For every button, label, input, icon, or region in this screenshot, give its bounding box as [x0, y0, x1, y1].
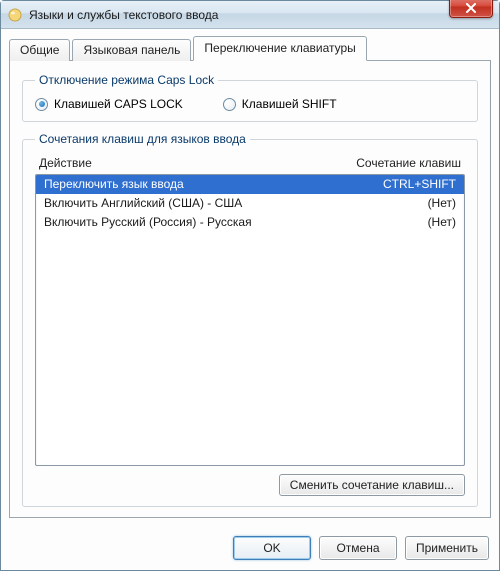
change-hotkey-button[interactable]: Сменить сочетание клавиш...: [279, 474, 465, 496]
window-title: Языки и службы текстового ввода: [29, 8, 495, 22]
list-cell-combo: (Нет): [428, 195, 456, 212]
capslock-groupbox: Отключение режима Caps Lock Клавишей CAP…: [22, 73, 478, 122]
tab-language-bar[interactable]: Языковая панель: [72, 39, 191, 61]
titlebar[interactable]: Языки и службы текстового ввода: [1, 1, 499, 29]
radio-capslock-label: Клавишей CAPS LOCK: [54, 97, 183, 111]
close-button[interactable]: [449, 0, 493, 18]
tab-keyboard-switch[interactable]: Переключение клавиатуры: [193, 36, 366, 61]
list-cell-action: Включить Английский (США) - США: [44, 195, 242, 212]
tab-panel-keyboard-switch: Отключение режима Caps Lock Клавишей CAP…: [9, 60, 491, 518]
ok-button[interactable]: OK: [233, 536, 311, 560]
radio-icon: [223, 98, 236, 111]
tab-general[interactable]: Общие: [9, 39, 70, 61]
list-cell-combo: (Нет): [428, 214, 456, 231]
radio-shift[interactable]: Клавишей SHIFT: [223, 97, 337, 111]
change-btn-row: Сменить сочетание клавиш...: [35, 474, 465, 496]
list-row[interactable]: Включить Английский (США) - США (Нет): [36, 194, 464, 213]
hotkeys-legend: Сочетания клавиш для языков ввода: [35, 132, 250, 146]
list-cell-action: Переключить язык ввода: [44, 176, 184, 193]
app-icon: [7, 7, 23, 23]
cancel-button[interactable]: Отмена: [319, 536, 397, 560]
tab-strip: Общие Языковая панель Переключение клави…: [9, 35, 491, 60]
col-combo-header: Сочетание клавиш: [356, 156, 461, 170]
hotkeys-groupbox: Сочетания клавиш для языков ввода Действ…: [22, 132, 478, 507]
hotkeys-listview[interactable]: Переключить язык вводаCTRL+SHIFTВключить…: [35, 174, 465, 466]
dialog-button-bar: OK Отмена Применить: [1, 526, 499, 570]
list-row[interactable]: Переключить язык ввода CTRL+SHIFT: [36, 175, 464, 194]
capslock-legend: Отключение режима Caps Lock: [35, 73, 218, 87]
list-header: Действие Сочетание клавиш: [35, 154, 465, 174]
capslock-radio-row: Клавишей CAPS LOCK Клавишей SHIFT: [35, 97, 465, 111]
list-cell-action: Включить Русский (Россия) - Русская: [44, 214, 252, 231]
apply-button[interactable]: Применить: [405, 536, 489, 560]
client-area: Общие Языковая панель Переключение клави…: [1, 29, 499, 526]
radio-icon: [35, 98, 48, 111]
list-cell-combo: CTRL+SHIFT: [383, 176, 456, 193]
col-action-header: Действие: [39, 156, 92, 170]
dialog-window: Языки и службы текстового ввода Общие Яз…: [0, 0, 500, 571]
radio-shift-label: Клавишей SHIFT: [242, 97, 337, 111]
list-row[interactable]: Включить Русский (Россия) - Русская (Нет): [36, 213, 464, 232]
radio-capslock[interactable]: Клавишей CAPS LOCK: [35, 97, 183, 111]
